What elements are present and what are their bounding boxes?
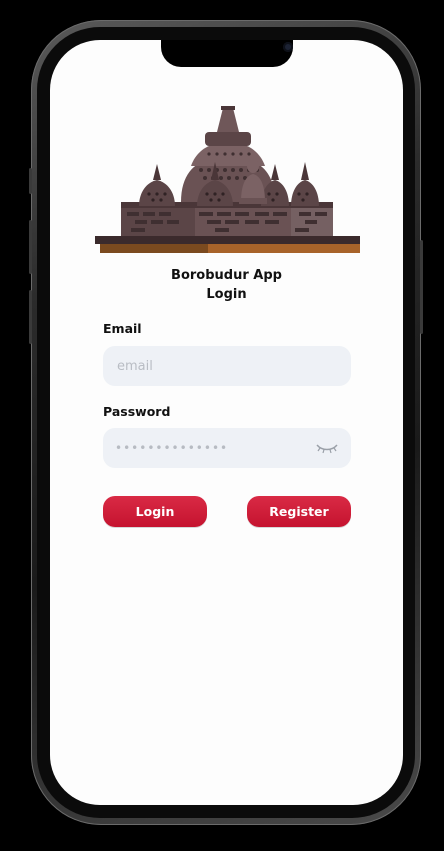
password-input[interactable]: •••••••••••••• [115,441,315,455]
borobudur-temple-illustration [95,106,360,253]
email-input[interactable] [115,357,339,375]
volume-up-button [29,220,32,274]
password-label: Password [103,404,171,419]
app-title: Borobudur App Login [50,266,403,304]
app-name: Borobudur App [171,268,282,283]
app-screen: Borobudur App Login Email Password •••••… [50,40,403,805]
register-button[interactable]: Register [247,496,351,527]
email-label: Email [103,321,142,336]
password-field-container[interactable]: •••••••••••••• [103,428,351,468]
device-mockup: Borobudur App Login Email Password •••••… [0,0,444,851]
front-camera [283,42,293,52]
screen-title: Login [206,287,247,302]
power-button [420,240,423,334]
login-button[interactable]: Login [103,496,207,527]
email-field-container[interactable] [103,346,351,386]
silent-switch [29,168,32,194]
volume-down-button [29,290,32,344]
eye-closed-icon[interactable] [315,441,339,455]
notch [161,40,293,67]
